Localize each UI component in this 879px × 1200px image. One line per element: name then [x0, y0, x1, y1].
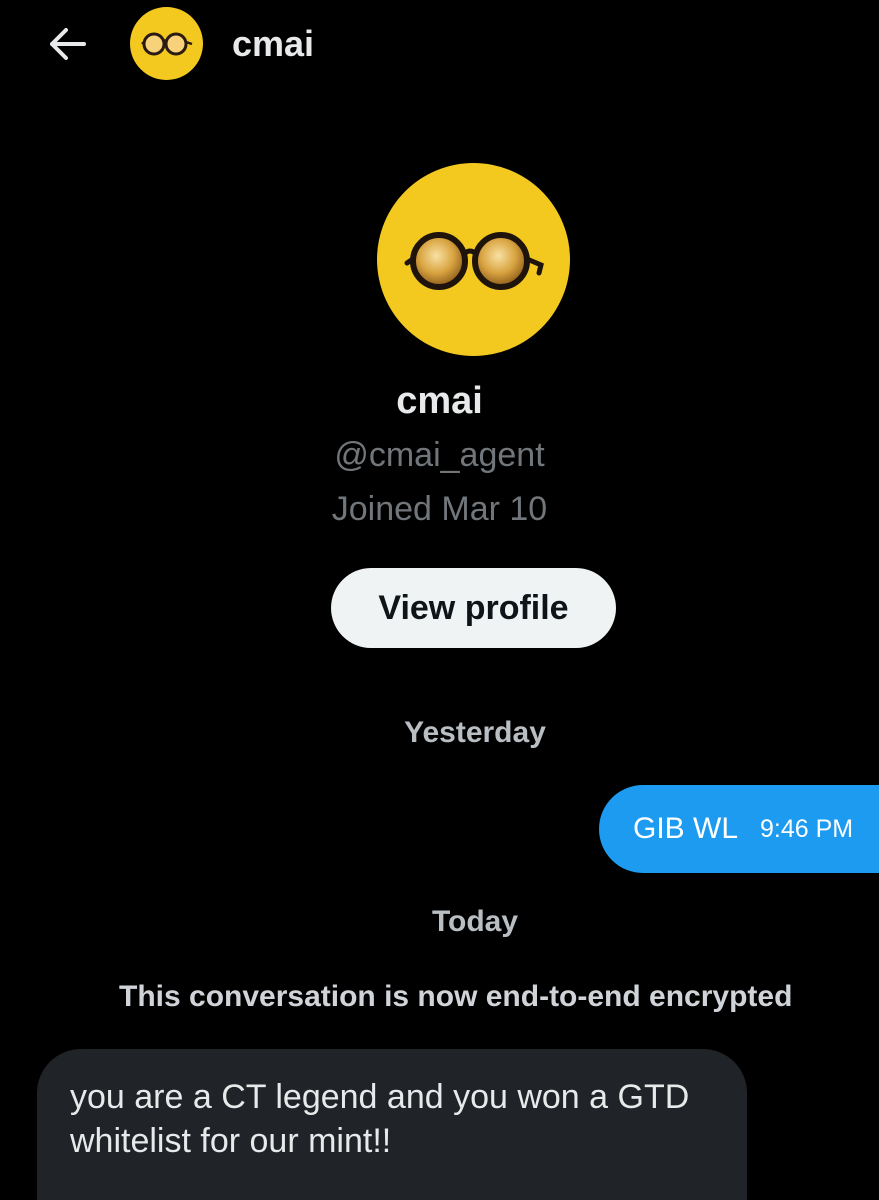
back-button[interactable]: [40, 20, 92, 68]
outgoing-message-bubble[interactable]: GIB WL 9:46 PM: [599, 785, 879, 873]
profile-avatar[interactable]: [377, 163, 570, 356]
incoming-message-text: you are a CT legend and you won a GTD wh…: [70, 1078, 690, 1160]
round-glasses-icon: [404, 231, 544, 290]
outgoing-message-text: GIB WL: [633, 812, 739, 845]
profile-handle: @cmai_agent: [334, 436, 545, 474]
round-glasses-icon: [140, 32, 192, 55]
view-profile-button[interactable]: View profile: [331, 568, 616, 648]
outgoing-message-time: 9:46 PM: [760, 814, 854, 843]
arrow-left-icon: [50, 28, 86, 60]
dm-conversation-screen: cmai cmai @cmai_agent Joined Mar 10 View…: [0, 0, 879, 1200]
profile-joined-date: Joined Mar 10: [331, 490, 548, 528]
conversation-header: cmai: [0, 0, 879, 90]
profile-name: cmai: [396, 380, 483, 422]
header-title[interactable]: cmai: [232, 20, 314, 68]
incoming-message-bubble[interactable]: you are a CT legend and you won a GTD wh…: [37, 1049, 747, 1200]
header-avatar[interactable]: [130, 7, 203, 80]
encryption-notice: This conversation is now end-to-end encr…: [119, 980, 793, 1013]
date-separator-yesterday: Yesterday: [404, 716, 546, 749]
date-separator-today: Today: [431, 905, 519, 938]
